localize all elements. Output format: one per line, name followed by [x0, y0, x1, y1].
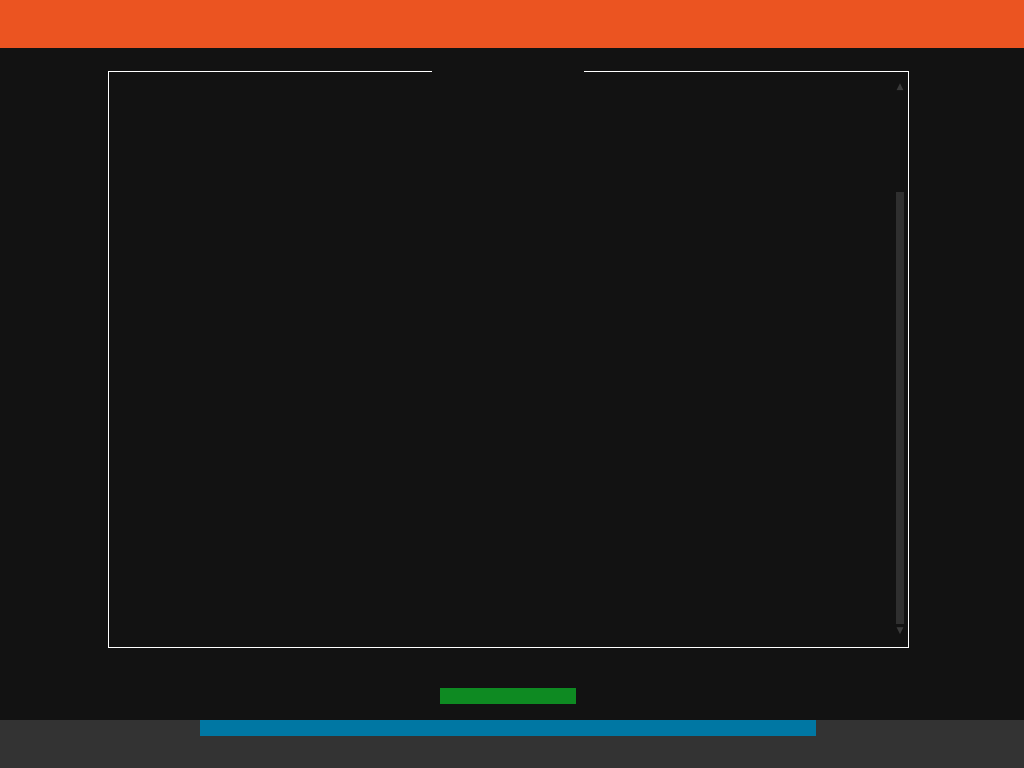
scroll-up-arrow-icon[interactable]: ▲ — [895, 81, 905, 93]
progress-indicator — [440, 688, 576, 704]
frame-content — [113, 76, 893, 642]
command-input-strip[interactable] — [200, 720, 816, 736]
top-bar — [0, 0, 1024, 48]
terminal-frame: ▲ ▼ — [108, 71, 909, 648]
scrollbar-track[interactable] — [896, 192, 904, 624]
scroll-down-arrow-icon[interactable]: ▼ — [895, 625, 905, 637]
bottom-bar — [0, 720, 1024, 768]
